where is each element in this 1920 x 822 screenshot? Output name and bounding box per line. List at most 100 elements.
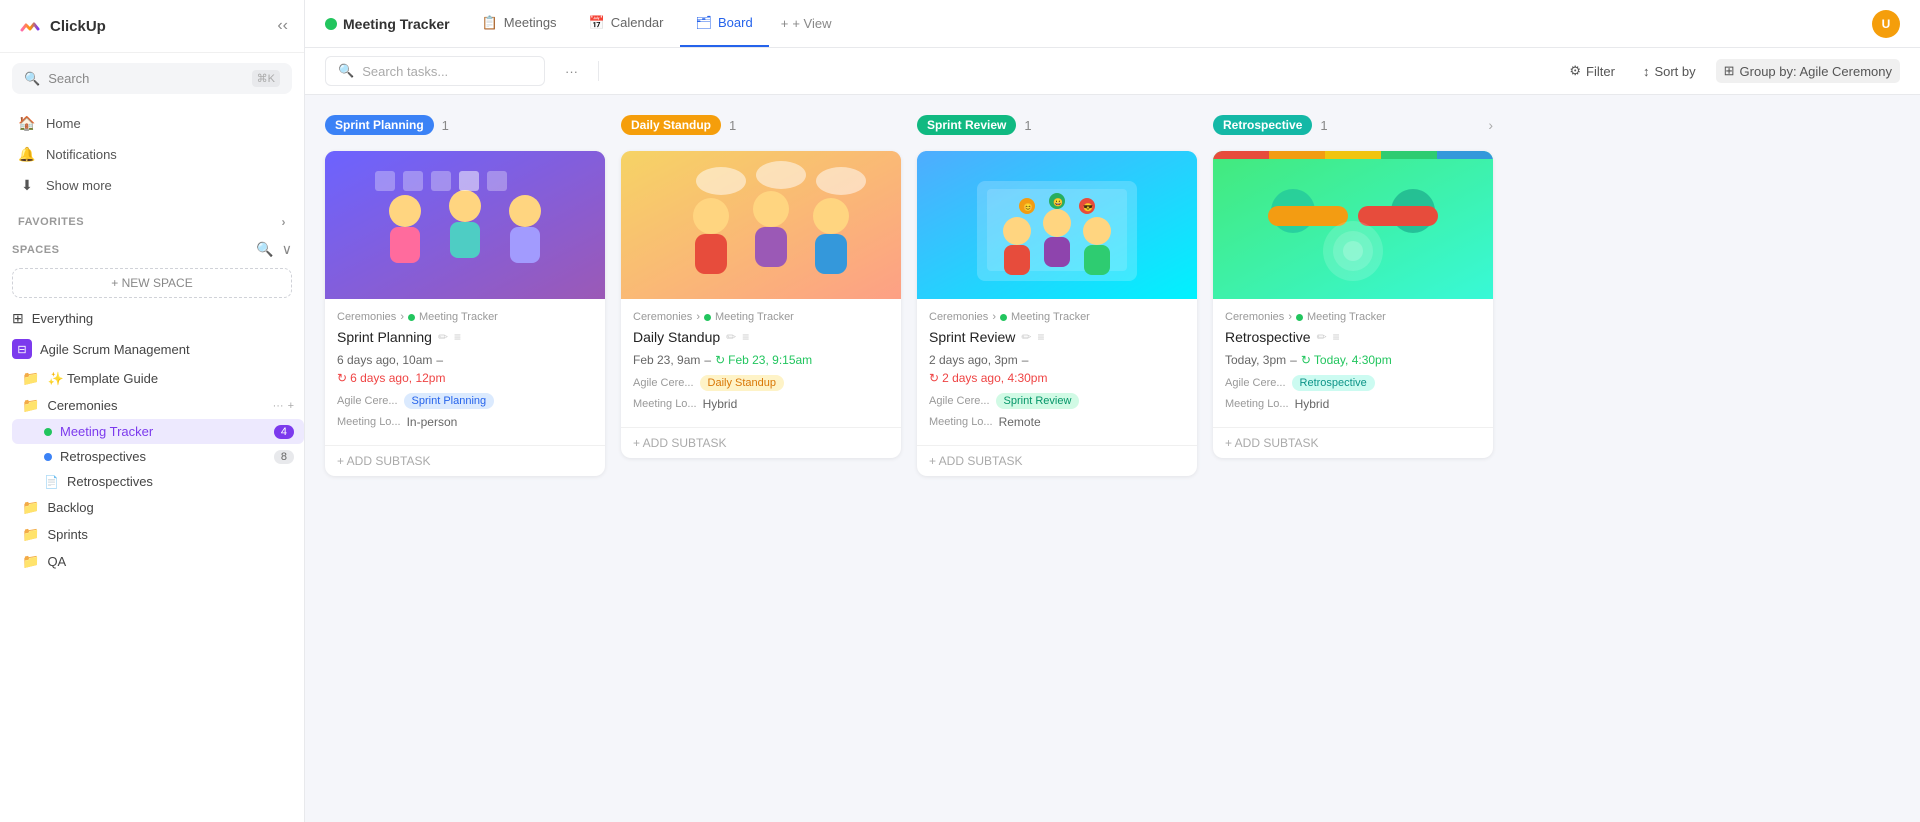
ceremonies-folder-actions: ··· + (273, 400, 294, 412)
search-tasks-icon: 🔍 (338, 63, 354, 79)
group-icon: ⊞ (1724, 63, 1735, 79)
sidebar-collapse-button[interactable]: ‹‹ (277, 17, 288, 35)
column-daily-standup: Daily Standup 1 (621, 111, 901, 806)
filter-button[interactable]: ⚙ Filter (1561, 59, 1623, 83)
card-body-retrospective: Ceremonies › Meeting Tracker Retrospecti… (1213, 299, 1493, 423)
card-edit-icon-sp[interactable]: ✏ (438, 330, 448, 344)
card-date-ret: Today, 3pm – ↻ Today, 4:30pm (1225, 353, 1481, 367)
folder-template-guide[interactable]: 📁 ✨ Template Guide (12, 365, 304, 392)
card-daily-standup[interactable]: Ceremonies › Meeting Tracker Daily Stand… (621, 151, 901, 458)
favorites-section-label: FAVORITES › (0, 205, 304, 233)
tag-sprint-planning: Sprint Planning (404, 393, 495, 409)
add-subtask-ds[interactable]: + ADD SUBTASK (621, 427, 901, 458)
card-retrospective[interactable]: Ceremonies › Meeting Tracker Retrospecti… (1213, 151, 1493, 458)
filter-label: Filter (1586, 64, 1615, 79)
card-more-icon-ret[interactable]: ≡ (1333, 330, 1340, 344)
column-sprint-review: Sprint Review 1 (917, 111, 1197, 806)
sidebar-item-home[interactable]: 🏠 Home (8, 108, 296, 139)
add-subtask-ret[interactable]: + ADD SUBTASK (1213, 427, 1493, 458)
search-tasks-input[interactable]: 🔍 Search tasks... (325, 56, 545, 86)
sidebar: ClickUp ‹‹ 🔍 Search ⌘K 🏠 Home 🔔 Notifica… (0, 0, 305, 822)
main-content: Meeting Tracker 📋 Meetings 📅 Calendar 🗂 … (305, 0, 1920, 822)
meetings-tab-label: Meetings (504, 15, 557, 30)
card-title-row-ds: Daily Standup ✏ ≡ (633, 329, 889, 345)
folder-sprints[interactable]: 📁 Sprints (12, 521, 304, 548)
spaces-search-icon[interactable]: 🔍 (256, 241, 273, 258)
ceremonies-add-icon[interactable]: + (288, 400, 294, 412)
tab-calendar[interactable]: 📅 Calendar (573, 1, 680, 47)
meta-value-ds: Hybrid (703, 397, 738, 411)
overdue-icon-sr: ↻ (929, 371, 939, 385)
crumb-dot-sr (1000, 314, 1007, 321)
sidebar-item-everything[interactable]: ⊞ Everything (0, 304, 304, 333)
meetings-tab-icon: 📋 (482, 15, 498, 31)
tab-meetings[interactable]: 📋 Meetings (466, 1, 573, 47)
page-title: Meeting Tracker (343, 16, 450, 32)
sidebar-item-show-more[interactable]: ⬇ Show more (8, 170, 296, 201)
search-icon: 🔍 (24, 71, 40, 87)
board-tab-label: Board (718, 15, 753, 30)
sidebar-item-agile-scrum[interactable]: ⊟ Agile Scrum Management (0, 333, 304, 365)
card-more-icon-sr[interactable]: ≡ (1037, 330, 1044, 344)
toolbar: 🔍 Search tasks... ··· ⚙ Filter ↕ Sort by… (305, 48, 1920, 95)
user-avatar[interactable]: U (1872, 10, 1900, 38)
board-view: Sprint Planning 1 (305, 95, 1920, 822)
folder-template-guide-icon: 📁 (22, 370, 39, 387)
card-tags-sp: Agile Cere... Sprint Planning (337, 393, 593, 409)
folder-qa[interactable]: 📁 QA (12, 548, 304, 575)
add-view-button[interactable]: + + View (769, 8, 844, 39)
card-title-ds: Daily Standup (633, 329, 720, 345)
card-meta-sr: Meeting Lo... Remote (929, 415, 1185, 429)
card-edit-icon-ds[interactable]: ✏ (726, 330, 736, 344)
favorites-expand-icon[interactable]: › (282, 215, 287, 229)
card-breadcrumb-sp: Ceremonies › Meeting Tracker (337, 311, 593, 323)
notifications-icon: 🔔 (18, 146, 36, 163)
toolbar-divider (598, 61, 599, 81)
card-edit-icon-sr[interactable]: ✏ (1021, 330, 1031, 344)
clickup-logo-icon (16, 12, 44, 40)
sidebar-item-meeting-tracker[interactable]: Meeting Tracker 4 (12, 419, 304, 444)
new-space-button[interactable]: + NEW SPACE (12, 268, 292, 298)
column-tag-retrospective: Retrospective (1213, 115, 1312, 135)
clickup-logo[interactable]: ClickUp (16, 12, 106, 40)
meeting-tracker-count: 4 (274, 425, 294, 439)
everything-icon: ⊞ (12, 310, 24, 327)
filter-icon: ⚙ (1569, 63, 1581, 79)
overdue-icon-sp: ↻ (337, 371, 347, 385)
column-header-sprint-planning: Sprint Planning 1 (325, 111, 605, 139)
ok-icon-ret: ↻ (1301, 353, 1311, 367)
spaces-header: SPACES 🔍 ∨ (0, 233, 304, 262)
card-title-row-sp: Sprint Planning ✏ ≡ (337, 329, 593, 345)
sidebar-item-retrospectives-doc[interactable]: 📄 Retrospectives (12, 469, 304, 494)
card-edit-icon-ret[interactable]: ✏ (1317, 330, 1327, 344)
sort-icon: ↕ (1643, 64, 1650, 79)
card-sprint-planning[interactable]: Ceremonies › Meeting Tracker Sprint Plan… (325, 151, 605, 476)
card-more-icon-sp[interactable]: ≡ (454, 330, 461, 344)
column-header-sprint-review: Sprint Review 1 (917, 111, 1197, 139)
add-subtask-sp[interactable]: + ADD SUBTASK (325, 445, 605, 476)
ceremonies-more-icon[interactable]: ··· (273, 400, 284, 412)
toolbar-more-button[interactable]: ··· (557, 60, 586, 83)
show-more-label: Show more (46, 178, 112, 193)
folder-backlog[interactable]: 📁 Backlog (12, 494, 304, 521)
sidebar-item-notifications[interactable]: 🔔 Notifications (8, 139, 296, 170)
folder-ceremonies[interactable]: 📁 Ceremonies ··· + (12, 392, 304, 419)
card-more-icon-ds[interactable]: ≡ (742, 330, 749, 344)
card-image-daily-standup (621, 151, 901, 299)
column-expand-retro[interactable]: › (1488, 117, 1493, 133)
spaces-chevron-icon[interactable]: ∨ (282, 241, 292, 258)
sidebar-search-bar[interactable]: 🔍 Search ⌘K (12, 63, 292, 94)
agile-scrum-label: Agile Scrum Management (40, 342, 190, 357)
folder-template-guide-label: ✨ Template Guide (47, 371, 158, 387)
card-sprint-review[interactable]: 😊 😀 😎 Ceremonies › Meeting Tracker Sprin… (917, 151, 1197, 476)
column-count-sprint-review: 1 (1024, 118, 1031, 133)
meta-value-sp: In-person (407, 415, 458, 429)
card-title-sp: Sprint Planning (337, 329, 432, 345)
sort-button[interactable]: ↕ Sort by (1635, 60, 1704, 83)
sidebar-item-retrospectives-list[interactable]: Retrospectives 8 (12, 444, 304, 469)
add-subtask-sr[interactable]: + ADD SUBTASK (917, 445, 1197, 476)
tab-board[interactable]: 🗂 Board (680, 1, 769, 47)
folder-qa-label: QA (47, 554, 66, 569)
group-by-button[interactable]: ⊞ Group by: Agile Ceremony (1716, 59, 1900, 83)
sort-label: Sort by (1654, 64, 1695, 79)
